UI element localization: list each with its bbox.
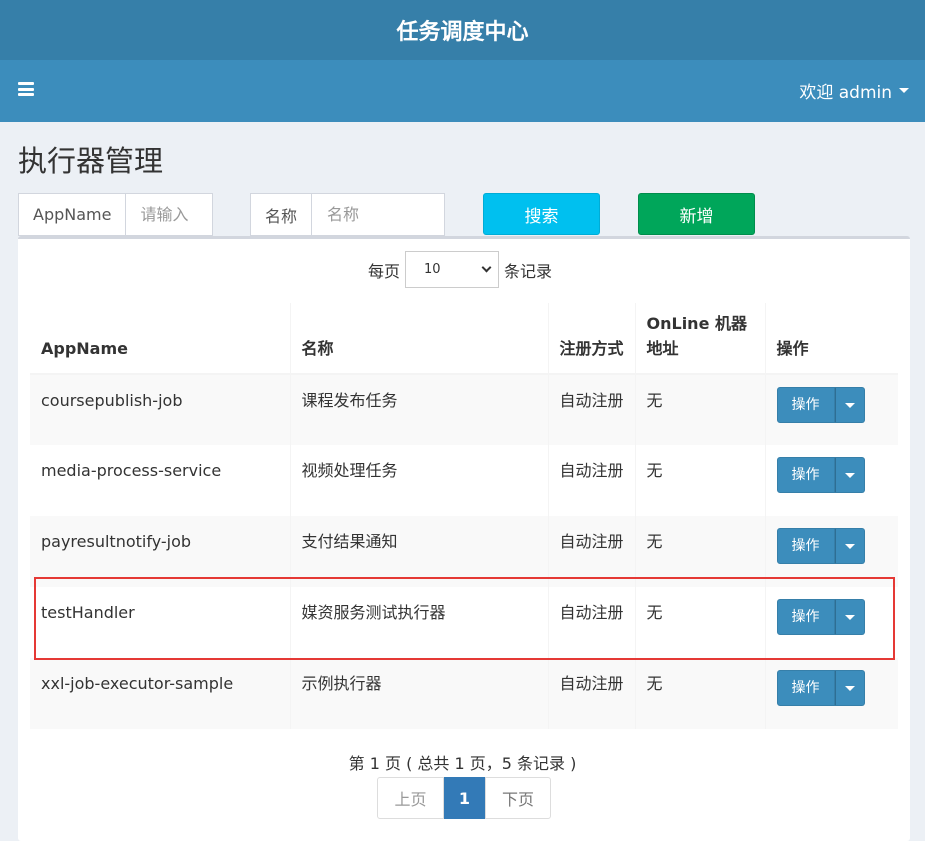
cell-action: 操作 [765,374,898,445]
page-title: 执行器管理 [18,144,164,178]
user-menu[interactable]: 欢迎 admin [799,78,909,103]
page-length-prefix: 每页 [368,261,401,281]
page-length-value: 10 [424,262,441,277]
table-row: testHandler 媒资服务测试执行器 自动注册 无 操作 [30,587,898,658]
appname-input[interactable] [126,194,211,235]
next-page-button[interactable]: 下页 [485,777,551,819]
table-row: xxl-job-executor-sample 示例执行器 自动注册 无 操作 [30,658,898,729]
action-button[interactable]: 操作 [776,387,835,423]
action-dropdown-toggle[interactable] [834,457,865,493]
table-row: coursepublish-job 课程发布任务 自动注册 无 操作 [30,374,898,445]
cell-online-address: 无 [635,587,766,658]
cell-name: 支付结果通知 [290,516,549,587]
action-button-group: 操作 [776,528,865,564]
pagination-info: 第 1 页 ( 总共 1 页，5 条记录 ) [348,754,577,773]
caret-down-icon [844,543,855,549]
caret-down-icon [844,614,855,620]
cell-online-address: 无 [635,445,766,516]
hamburger-icon[interactable] [18,82,34,96]
col-header-appname[interactable]: AppName [30,303,291,375]
action-button[interactable]: 操作 [776,599,835,635]
cell-registration: 自动注册 [548,374,636,445]
appname-filter-label: AppName [19,194,127,235]
action-button-group: 操作 [776,387,865,423]
cell-name: 课程发布任务 [290,374,549,445]
cell-name: 媒资服务测试执行器 [290,587,549,658]
appname-filter: AppName [18,193,213,236]
action-dropdown-toggle[interactable] [834,599,865,635]
col-header-registration[interactable]: 注册方式 [548,303,636,375]
cell-appname: testHandler [30,587,291,658]
cell-action: 操作 [765,445,898,516]
action-button-group: 操作 [776,457,865,493]
page-number-button[interactable]: 1 [444,777,485,819]
cell-registration: 自动注册 [548,445,636,516]
executor-table: AppName 名称 注册方式 OnLine 机器地址 操作 coursepub… [30,303,898,729]
cell-action: 操作 [765,658,898,729]
cell-appname: coursepublish-job [30,374,291,445]
page-length-select[interactable]: 10 [405,251,500,288]
action-dropdown-toggle[interactable] [834,670,865,706]
table-row: payresultnotify-job 支付结果通知 自动注册 无 操作 [30,516,898,587]
prev-page-button[interactable]: 上页 [377,777,444,819]
cell-registration: 自动注册 [548,516,636,587]
cell-action: 操作 [765,516,898,587]
cell-name: 视频处理任务 [290,445,549,516]
name-filter: 名称 [250,193,445,236]
action-button[interactable]: 操作 [776,457,835,493]
search-button[interactable]: 搜索 [483,193,600,235]
caret-down-icon [844,402,855,408]
name-input[interactable] [312,194,439,235]
table-row: media-process-service 视频处理任务 自动注册 无 操作 [30,445,898,516]
table-header-row: AppName 名称 注册方式 OnLine 机器地址 操作 [30,303,898,375]
pagination: 上页 1 下页 [377,777,551,819]
caret-down-icon [899,88,909,93]
caret-down-icon [844,472,855,478]
cell-online-address: 无 [635,516,766,587]
page-length-suffix: 条记录 [504,261,553,281]
col-header-online-address[interactable]: OnLine 机器地址 [635,303,766,375]
action-button-group: 操作 [776,670,865,706]
action-button[interactable]: 操作 [776,528,835,564]
caret-down-icon [844,685,855,691]
chevron-down-icon [481,262,492,273]
name-filter-label: 名称 [251,194,313,235]
cell-appname: payresultnotify-job [30,516,291,587]
cell-appname: xxl-job-executor-sample [30,658,291,729]
top-navbar: 欢迎 admin [0,60,925,122]
action-dropdown-toggle[interactable] [834,387,865,423]
cell-appname: media-process-service [30,445,291,516]
cell-action: 操作 [765,587,898,658]
cell-online-address: 无 [635,374,766,445]
cell-online-address: 无 [635,658,766,729]
action-dropdown-toggle[interactable] [834,528,865,564]
col-header-action: 操作 [765,303,898,375]
action-button[interactable]: 操作 [776,670,835,706]
user-menu-label: 欢迎 admin [799,83,892,103]
col-header-name[interactable]: 名称 [290,303,549,375]
app-logo[interactable]: 任务调度中心 [0,0,925,60]
page-length-control: 每页 10 条记录 [368,251,552,288]
action-button-group: 操作 [776,599,865,635]
add-button[interactable]: 新增 [638,193,755,235]
cell-name: 示例执行器 [290,658,549,729]
cell-registration: 自动注册 [548,587,636,658]
cell-registration: 自动注册 [548,658,636,729]
